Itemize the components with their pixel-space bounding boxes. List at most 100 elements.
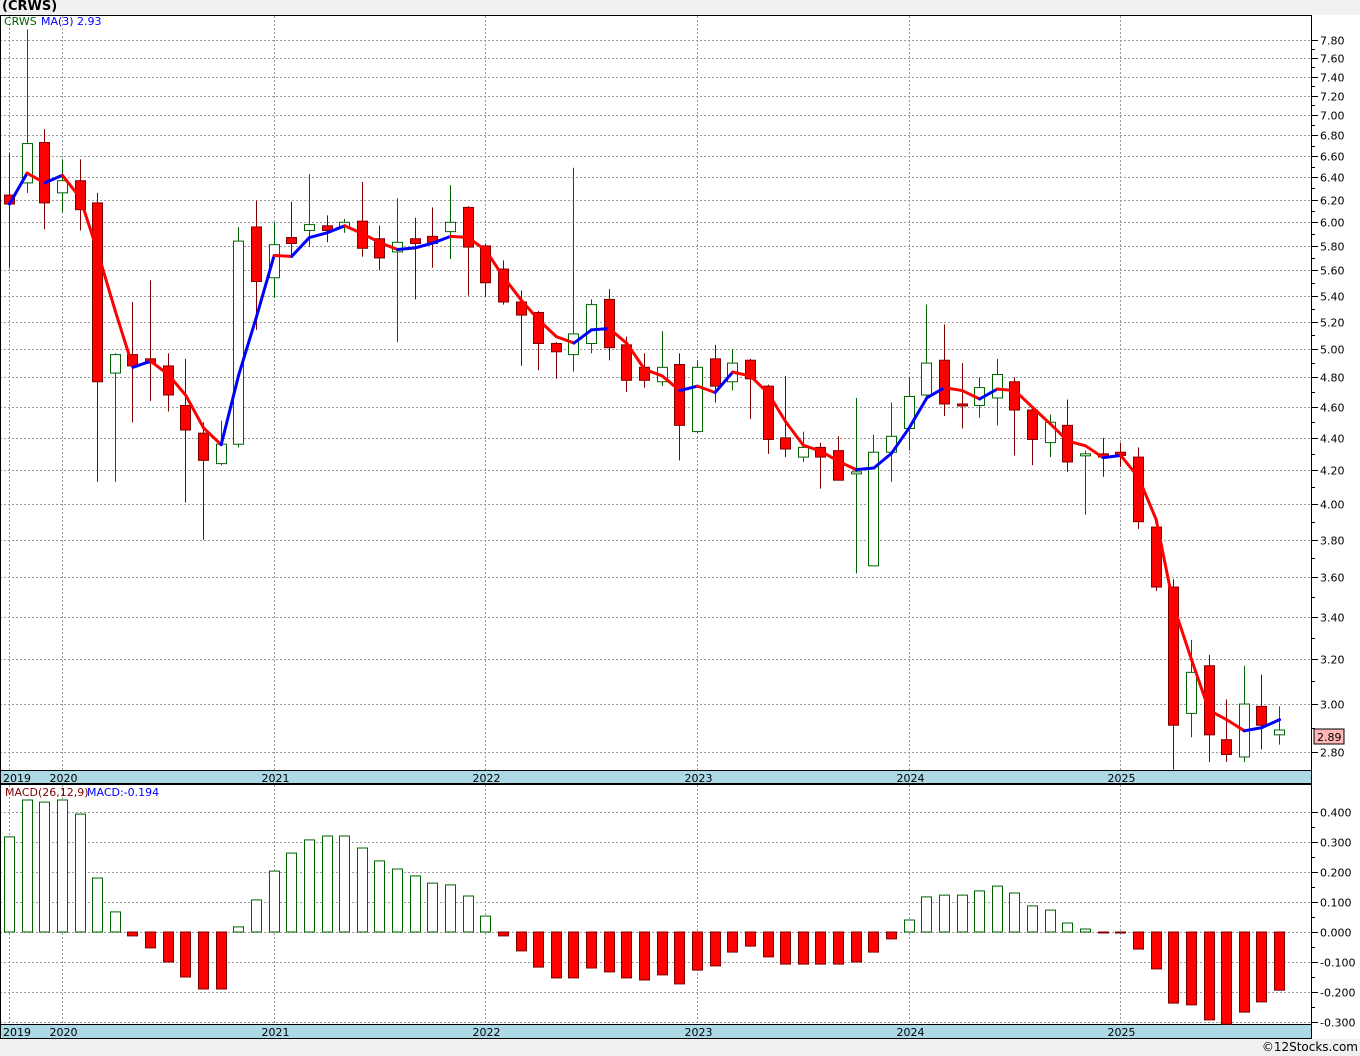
macd-bar (516, 931, 527, 952)
candle (4, 152, 15, 268)
year-label: 2023 (685, 1026, 713, 1039)
macd-bar (1045, 909, 1056, 933)
candle-body (939, 359, 950, 405)
macd-tick-label: -0.200 (1320, 987, 1355, 1000)
macd-bar (621, 931, 632, 979)
ma-segment (449, 234, 470, 240)
macd-bar (392, 868, 403, 933)
price-axis: 7.80 7.60 7.40 7.20 7.00 6.80 6.60 6.40 6.20 6.00… (1311, 35, 1345, 760)
macd-bar (1204, 931, 1215, 1021)
macd-bar (815, 931, 826, 965)
macd-bar (1009, 892, 1020, 933)
candle (957, 363, 968, 429)
macd-bar (1274, 931, 1285, 991)
macd-bar (233, 926, 244, 933)
candle (57, 159, 68, 212)
year-label: 2020 (50, 772, 78, 785)
price-tick-label: 2.80 (1320, 747, 1345, 760)
candle (921, 304, 932, 397)
macd-bar (498, 931, 509, 937)
macd-bar (269, 870, 280, 933)
price-tick-label: 5.00 (1320, 344, 1345, 357)
candle-body (1274, 729, 1285, 736)
macd-bar (586, 931, 597, 969)
macd-bar (410, 875, 421, 933)
legend-ma: MA(3) (41, 15, 74, 28)
candle (145, 280, 156, 401)
candle (1239, 665, 1250, 763)
candle-body (957, 403, 968, 407)
ma-segment (272, 254, 294, 258)
macd-bar (374, 860, 385, 933)
macd-bar (480, 915, 491, 933)
ma-segment (307, 231, 329, 240)
candle (692, 360, 703, 434)
macd-bar (745, 931, 756, 947)
year-label: 2021 (262, 1026, 290, 1039)
candle-body (780, 437, 791, 450)
macd-tick-label: 0.000 (1320, 927, 1352, 940)
candle (939, 324, 950, 417)
macd-tick-label: 0.400 (1320, 807, 1352, 820)
candle (198, 422, 209, 540)
candle-body (1186, 671, 1197, 714)
macd-bar (39, 801, 50, 933)
candle (868, 434, 879, 567)
candle-body (410, 238, 421, 244)
year-label: 2022 (473, 1026, 501, 1039)
macd-bar (216, 931, 227, 990)
candle-body (798, 446, 809, 458)
macd-bar (357, 847, 368, 933)
price-tick-label: 5.20 (1320, 317, 1345, 330)
macd-bar (1256, 931, 1267, 1003)
macd-bar (198, 931, 209, 990)
candle-body (551, 342, 562, 353)
macd-bar (322, 835, 333, 933)
macd-bar (1151, 931, 1162, 970)
macd-tick-label: 0.200 (1320, 867, 1352, 880)
candle (322, 215, 333, 243)
macd-bar (833, 931, 844, 965)
price-tick-label: 7.20 (1320, 91, 1345, 104)
candle (463, 206, 474, 296)
candle (1256, 674, 1267, 750)
price-tick-label: 4.20 (1320, 465, 1345, 478)
macd-bar (251, 899, 262, 933)
macd-tick-label: -0.100 (1320, 957, 1355, 970)
legend-ma-value: 2.93 (77, 15, 102, 28)
price-panel-frame (0, 15, 1312, 771)
macd-bar (939, 894, 950, 933)
candles (4, 29, 1285, 770)
candle-body (445, 221, 456, 233)
macd-bar (75, 813, 86, 933)
macd-bar (339, 835, 350, 933)
price-tick-label: 5.60 (1320, 265, 1345, 278)
candle (1027, 408, 1038, 466)
candle-body (251, 226, 262, 283)
copyright-text: ©12Stocks.com (1261, 1040, 1358, 1054)
candle-body (304, 224, 315, 231)
macd-tick-label: 0.100 (1320, 897, 1352, 910)
candle (163, 353, 174, 412)
macd-bar (868, 931, 879, 953)
macd-bar (4, 836, 15, 933)
macd-bar (145, 931, 156, 949)
price-tick-label: 4.60 (1320, 402, 1345, 415)
candle-body (92, 202, 103, 383)
macd-tick-label: -0.300 (1320, 1017, 1355, 1030)
macd-bar (533, 931, 544, 968)
price-tick-label: 7.60 (1320, 53, 1345, 66)
price-tick-label: 7.00 (1320, 110, 1345, 123)
candle-body (39, 142, 50, 204)
candle-body (1009, 381, 1020, 411)
macd-panel-frame (0, 784, 1312, 1025)
macd-bar (1027, 905, 1038, 933)
macd-bar (445, 884, 456, 933)
candle-body (233, 240, 244, 445)
candle-body (1221, 739, 1232, 755)
macd-bar (427, 882, 438, 933)
macd-bar (604, 931, 615, 973)
candle-body (851, 471, 862, 475)
year-label: 2020 (50, 1026, 78, 1039)
macd-bar (1098, 931, 1109, 934)
